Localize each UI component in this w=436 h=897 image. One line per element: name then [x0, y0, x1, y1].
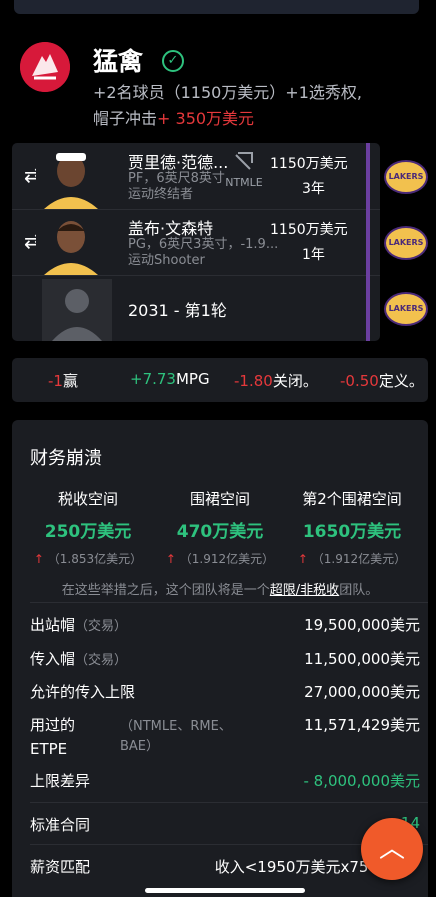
- salary-match-label: 薪资匹配: [30, 858, 91, 876]
- contract-years: 3年: [302, 181, 325, 197]
- lakers-logo-icon: LAKERS: [384, 160, 428, 194]
- second-apron-label: 第2个围裙空间: [302, 490, 402, 508]
- player-archetype: 运动Shooter: [128, 253, 205, 268]
- top-nav-bar: [14, 0, 419, 14]
- player-meta: PF，6英尺8英寸 运动终结者: [128, 171, 225, 203]
- apron-space-column: 围裙空间 470万美元 ↑ （1.912亿美元）: [152, 488, 288, 567]
- exception-label: NTMLE: [225, 176, 263, 189]
- note-prefix: 在这些举措之后，这个团队将是一个: [61, 583, 270, 598]
- second-apron-value: 1650万美元: [302, 522, 402, 542]
- trade-summary: +2名球员（1150万美元）+1选秀权, 帽子冲击+ 350万美元: [93, 80, 423, 132]
- etpe-value: 11,571,429美元: [304, 716, 420, 734]
- up-arrow-icon: ↑: [165, 552, 176, 566]
- up-arrow-icon: ↑: [297, 552, 308, 566]
- summary-line2: 帽子冲击: [93, 109, 158, 128]
- close-label: 关闭。: [272, 372, 318, 390]
- second-apron-cap: ↑ （1.912亿美元）: [297, 552, 407, 566]
- home-indicator: [145, 888, 305, 893]
- player-row[interactable]: ⇄ 贾里德·范德... PF，6英尺8英寸 运动终结者 NTMLE 1150万美…: [12, 143, 380, 210]
- team-status-note: 在这些举措之后，这个团队将是一个超限/非税收团队。: [12, 579, 428, 598]
- divider: [30, 802, 428, 803]
- no-tag-icon: [235, 152, 253, 170]
- def-label: 定义。: [378, 372, 424, 390]
- allowed-incoming-value: 27,000,000美元: [304, 683, 420, 701]
- player-meta: PG，6英尺3英寸，-1.9... 运动Shooter: [128, 237, 278, 269]
- up-arrow-icon: ↑: [33, 552, 44, 566]
- chevron-up-icon: ︿: [378, 834, 405, 864]
- player-salary: 1150万美元: [270, 222, 348, 238]
- team-color-bar: [366, 143, 370, 341]
- tax-space-cap: ↑ （1.853亿美元）: [33, 552, 143, 566]
- incoming-cap-value: 11,500,000美元: [304, 650, 420, 668]
- incoming-assets-card: ⇄ 贾里德·范德... PF，6英尺8英寸 运动终结者 NTMLE 1150万美…: [12, 143, 380, 341]
- finance-title: 财务崩溃: [30, 448, 102, 469]
- wins-label: 赢: [62, 372, 78, 390]
- divider: [30, 602, 428, 603]
- tax-space-label: 税收空间: [57, 490, 118, 508]
- summary-prefix: +2名球员（1150万美元）+1选秀权,: [93, 83, 362, 102]
- etpe-note: （NTMLE、RME、 BAE）: [120, 719, 232, 754]
- pick-label: 2031 - 第1轮: [128, 301, 227, 320]
- placeholder-avatar-icon: [42, 279, 112, 341]
- second-apron-column: 第2个围裙空间 1650万美元 ↑ （1.912亿美元）: [284, 488, 420, 567]
- finance-panel: 财务崩溃 税收空间 250万美元 ↑ （1.853亿美元） 围裙空间 470万美…: [12, 420, 428, 897]
- apron-label: 围裙空间: [189, 490, 250, 508]
- note-suffix: 团队。: [339, 583, 379, 598]
- cap-diff-value: - 8,000,000美元: [303, 772, 420, 790]
- tax-space-value: 250万美元: [44, 522, 132, 542]
- standard-contracts-label: 标准合同: [30, 816, 91, 834]
- tax-space-column: 税收空间 250万美元 ↑ （1.853亿美元）: [20, 488, 156, 567]
- player-name: 盖布·文森特: [128, 219, 214, 238]
- apron-cap: ↑ （1.912亿美元）: [165, 552, 275, 566]
- allowed-incoming-label: 允许的传入上限: [30, 683, 136, 701]
- outgoing-cap-value: 19,500,000美元: [304, 616, 420, 634]
- player-headshot: [36, 147, 106, 209]
- verified-check-icon: ✓: [162, 50, 184, 72]
- team-name: 猛禽: [93, 47, 144, 76]
- def-value: -0.50: [340, 372, 379, 390]
- cap-impact: + 350万美元: [157, 109, 255, 128]
- scroll-to-top-button[interactable]: ︿: [361, 818, 423, 880]
- lakers-logo-icon: LAKERS: [384, 226, 428, 260]
- mpg-label: MPG: [175, 370, 210, 388]
- raptors-logo-icon: [20, 42, 70, 92]
- lakers-logo-icon: LAKERS: [384, 292, 428, 326]
- player-position: PF，6英尺8英寸: [128, 171, 225, 186]
- exception-badge: NTMLE: [220, 151, 268, 195]
- wins-stat: -1赢: [48, 370, 78, 391]
- player-name: 贾里德·范德...: [128, 153, 229, 172]
- player-position: PG，6英尺3英寸，-1.9...: [128, 237, 279, 252]
- wins-value: -1: [48, 372, 63, 390]
- close-stat: -1.80关闭。: [234, 370, 318, 391]
- def-stat: -0.50定义。: [340, 370, 424, 391]
- cap-diff-label: 上限差异: [30, 772, 91, 790]
- close-value: -1.80: [234, 372, 273, 390]
- apron-value: 470万美元: [176, 522, 264, 542]
- outgoing-cap-label: 出站帽（交易）: [30, 616, 128, 634]
- status-link[interactable]: 超限/非税收: [270, 583, 339, 598]
- salary-match-value: 收入<1950万美元x750: [214, 858, 378, 876]
- incoming-cap-label: 传入帽（交易）: [30, 650, 128, 668]
- mpg-value: +7.73: [130, 370, 176, 388]
- etpe-label: 用过的 ETPE: [30, 716, 76, 758]
- contract-years: 1年: [302, 247, 325, 263]
- impact-stats-bar: -1赢 +7.73MPG -1.80关闭。 -0.50定义。: [12, 358, 428, 402]
- mpg-stat: +7.73MPG: [130, 370, 210, 388]
- player-archetype: 运动终结者: [128, 187, 194, 202]
- player-row[interactable]: ⇄ 盖布·文森特 PG，6英尺3英寸，-1.9... 运动Shooter 115…: [12, 209, 380, 276]
- player-headshot: [36, 213, 106, 275]
- player-salary: 1150万美元: [270, 156, 348, 172]
- draft-pick-row[interactable]: 2031 - 第1轮: [12, 275, 380, 341]
